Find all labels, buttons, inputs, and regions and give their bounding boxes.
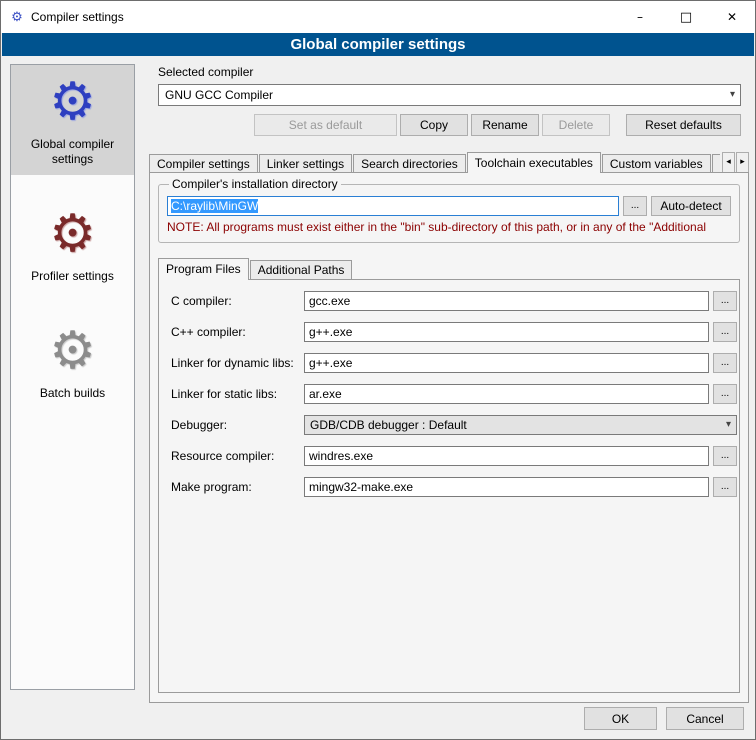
installation-directory-row: C:\raylib\MinGW ... Auto-detect [167, 196, 731, 216]
chevron-down-icon: ▾ [726, 416, 731, 434]
cpp-compiler-input[interactable]: g++.exe [304, 322, 709, 342]
titlebar[interactable]: ⚙ Compiler settings – □ ✕ [1, 1, 755, 33]
program-files-tabstrip: Program Files Additional Paths [158, 257, 353, 279]
installation-directory-value: C:\raylib\MinGW [171, 199, 258, 213]
c-compiler-label: C compiler: [171, 291, 232, 311]
tab-toolchain-executables[interactable]: Toolchain executables [467, 152, 601, 173]
program-files-panel: C compiler: gcc.exe ... C++ compiler: g+… [158, 279, 740, 693]
app-gear-icon: ⚙ [9, 9, 25, 25]
resource-compiler-browse-button[interactable]: ... [713, 446, 737, 466]
sidebar-item-batch-builds[interactable]: ⚙ Batch builds [11, 314, 134, 409]
page-title: Global compiler settings [2, 33, 754, 56]
note-text: NOTE: All programs must exist either in … [167, 220, 731, 234]
sidebar-item-label: Batch builds [13, 386, 132, 401]
resource-compiler-input[interactable]: windres.exe [304, 446, 709, 466]
copy-button[interactable]: Copy [400, 114, 468, 136]
make-program-browse-button[interactable]: ... [713, 477, 737, 497]
chevron-down-icon: ▾ [730, 85, 735, 105]
dynamic-linker-value: g++.exe [309, 356, 352, 370]
cancel-button[interactable]: Cancel [666, 707, 744, 730]
batch-builds-icon: ⚙ [13, 320, 132, 386]
sidebar-item-label: Profiler settings [13, 269, 132, 284]
tab-linker-settings[interactable]: Linker settings [259, 154, 352, 173]
static-linker-label: Linker for static libs: [171, 384, 277, 404]
dynamic-linker-label: Linker for dynamic libs: [171, 353, 294, 373]
compiler-select-value: GNU GCC Compiler [165, 88, 273, 102]
compiler-settings-dialog: ⚙ Compiler settings – □ ✕ Global compile… [0, 0, 756, 740]
tab-search-directories[interactable]: Search directories [353, 154, 466, 173]
sidebar-item-profiler-settings[interactable]: ⚙ Profiler settings [11, 197, 134, 292]
make-program-value: mingw32-make.exe [309, 480, 413, 494]
installation-directory-group: Compiler's installation directory C:\ray… [158, 177, 740, 243]
static-linker-browse-button[interactable]: ... [713, 384, 737, 404]
dynamic-linker-browse-button[interactable]: ... [713, 353, 737, 373]
make-program-row: Make program: mingw32-make.exe ... [171, 477, 737, 497]
static-linker-value: ar.exe [309, 387, 342, 401]
debugger-value: GDB/CDB debugger : Default [310, 418, 467, 432]
rename-button[interactable]: Rename [471, 114, 539, 136]
dialog-footer: OK Cancel [584, 707, 744, 730]
window-controls: – □ ✕ [617, 1, 755, 33]
c-compiler-input[interactable]: gcc.exe [304, 291, 709, 311]
c-compiler-row: C compiler: gcc.exe ... [171, 291, 737, 311]
dynamic-linker-input[interactable]: g++.exe [304, 353, 709, 373]
tab-custom-variables[interactable]: Custom variables [602, 154, 711, 173]
static-linker-input[interactable]: ar.exe [304, 384, 709, 404]
profiler-icon: ⚙ [13, 203, 132, 269]
selected-compiler-label: Selected compiler [158, 65, 253, 79]
delete-button[interactable]: Delete [542, 114, 610, 136]
close-icon[interactable]: ✕ [709, 1, 755, 33]
tab-scroll-left-icon[interactable]: ◂ [722, 152, 735, 173]
static-linker-row: Linker for static libs: ar.exe ... [171, 384, 737, 404]
debugger-row: Debugger: GDB/CDB debugger : Default ▾ [171, 415, 737, 435]
cpp-compiler-browse-button[interactable]: ... [713, 322, 737, 342]
reset-defaults-button[interactable]: Reset defaults [626, 114, 741, 136]
c-compiler-browse-button[interactable]: ... [713, 291, 737, 311]
window-title: Compiler settings [31, 10, 124, 24]
sidebar-item-global-compiler-settings[interactable]: ⚙ Global compiler settings [11, 65, 134, 175]
tab-scrollers: ◂ ▸ [722, 152, 749, 173]
c-compiler-value: gcc.exe [309, 294, 350, 308]
tab-program-files[interactable]: Program Files [158, 258, 249, 280]
cpp-compiler-label: C++ compiler: [171, 322, 246, 342]
resource-compiler-value: windres.exe [309, 449, 373, 463]
installation-directory-legend: Compiler's installation directory [169, 177, 341, 191]
tab-compiler-settings[interactable]: Compiler settings [149, 154, 258, 173]
resource-compiler-row: Resource compiler: windres.exe ... [171, 446, 737, 466]
debugger-label: Debugger: [171, 415, 227, 435]
make-program-input[interactable]: mingw32-make.exe [304, 477, 709, 497]
minimize-icon[interactable]: – [617, 1, 663, 33]
resource-compiler-label: Resource compiler: [171, 446, 274, 466]
maximize-icon[interactable]: □ [663, 1, 709, 33]
set-as-default-button[interactable]: Set as default [254, 114, 397, 136]
settings-tabstrip: Compiler settings Linker settings Search… [149, 151, 749, 173]
toolchain-executables-panel: Compiler's installation directory C:\ray… [149, 172, 749, 703]
compiler-select[interactable]: GNU GCC Compiler ▾ [158, 84, 741, 106]
main-content: Selected compiler GNU GCC Compiler ▾ Set… [149, 63, 749, 711]
cpp-compiler-value: g++.exe [309, 325, 352, 339]
debugger-select[interactable]: GDB/CDB debugger : Default ▾ [304, 415, 737, 435]
tabs-wrap: Compiler settings Linker settings Search… [149, 151, 720, 173]
gear-blue-icon: ⚙ [13, 71, 132, 137]
installation-directory-input[interactable]: C:\raylib\MinGW [167, 196, 619, 216]
sidebar-item-label: Global compiler settings [13, 137, 132, 167]
ok-button[interactable]: OK [584, 707, 657, 730]
dynamic-linker-row: Linker for dynamic libs: g++.exe ... [171, 353, 737, 373]
auto-detect-button[interactable]: Auto-detect [651, 196, 731, 216]
tab-scroll-right-icon[interactable]: ▸ [736, 152, 749, 173]
browse-directory-button[interactable]: ... [623, 196, 647, 216]
settings-sidebar: ⚙ Global compiler settings ⚙ Profiler se… [10, 64, 135, 690]
make-program-label: Make program: [171, 477, 252, 497]
cpp-compiler-row: C++ compiler: g++.exe ... [171, 322, 737, 342]
tab-additional-paths[interactable]: Additional Paths [250, 260, 353, 279]
tab-build-options[interactable]: Buil [712, 154, 720, 173]
